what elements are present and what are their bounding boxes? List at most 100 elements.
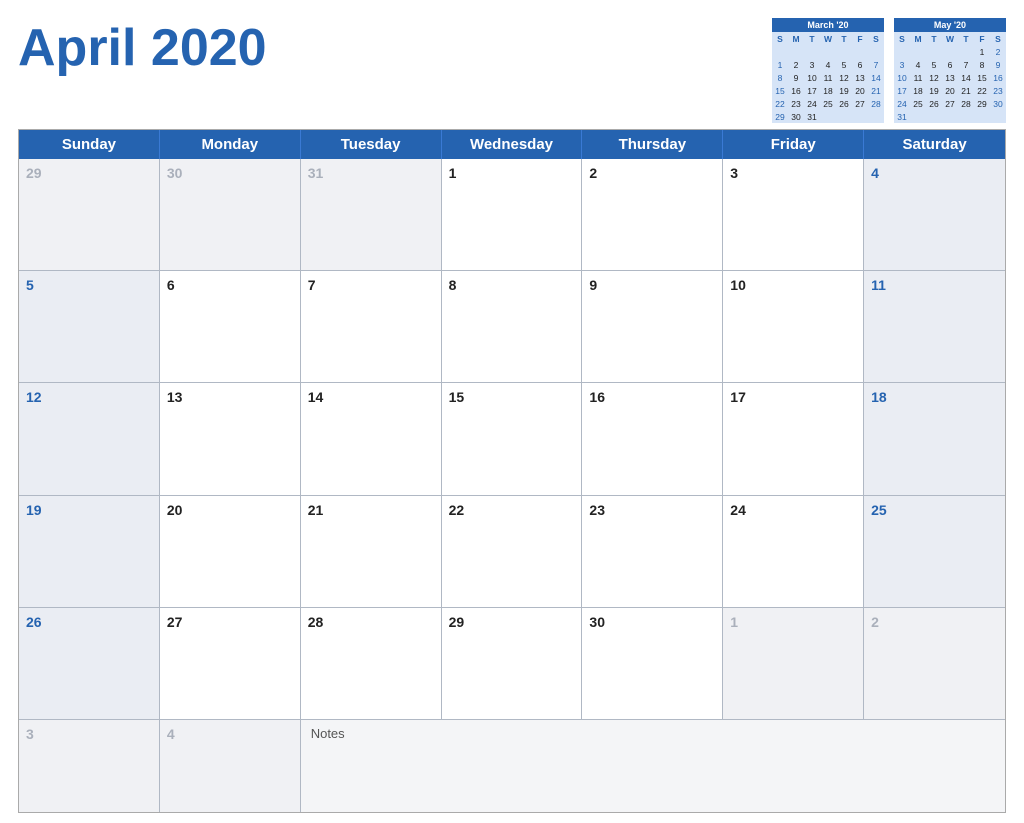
calendar-cell: 1 <box>723 608 864 719</box>
mini-cal-title-1: May '20 <box>894 18 1006 32</box>
mini-cal-day: 31 <box>804 110 820 123</box>
calendar-cell: 27 <box>160 608 301 719</box>
calendar-cell: 30 <box>160 159 301 270</box>
mini-cal-day: 28 <box>958 97 974 110</box>
mini-cal-day: 20 <box>852 84 868 97</box>
header-day-friday: Friday <box>723 130 864 159</box>
mini-cal-day: 29 <box>772 110 788 123</box>
mini-cal-day-header: T <box>836 32 852 45</box>
calendar-cell: 4 <box>160 720 301 812</box>
calendar-cell: 12 <box>19 383 160 494</box>
mini-cal-day-header: T <box>926 32 942 45</box>
day-number: 24 <box>730 502 856 519</box>
mini-cal-day: 6 <box>942 58 958 71</box>
mini-cal-day: 1 <box>772 58 788 71</box>
week-row-0: 2930311234 <box>19 159 1005 271</box>
notes-label: Notes <box>311 726 995 741</box>
calendar-body: 2930311234567891011121314151617181920212… <box>19 159 1005 812</box>
mini-cal-day: 6 <box>852 58 868 71</box>
week-row-2: 12131415161718 <box>19 383 1005 495</box>
mini-cal-day: 16 <box>788 84 804 97</box>
mini-cal-day <box>868 45 884 58</box>
mini-cal-day: 5 <box>836 58 852 71</box>
day-number: 25 <box>871 502 998 519</box>
mini-cal-day <box>926 110 942 123</box>
mini-cal-day <box>804 45 820 58</box>
calendar-cell: 9 <box>582 271 723 382</box>
day-number: 2 <box>589 165 715 182</box>
day-number: 28 <box>308 614 434 631</box>
calendar-page: April 2020 March '20SMTWTFS1234567891011… <box>0 0 1024 823</box>
day-number: 29 <box>449 614 575 631</box>
mini-cal-day: 13 <box>942 71 958 84</box>
calendar-cell: 29 <box>442 608 583 719</box>
mini-cal-day: 10 <box>804 71 820 84</box>
mini-cal-day-header: S <box>772 32 788 45</box>
calendar-cell: 28 <box>301 608 442 719</box>
day-number: 9 <box>589 277 715 294</box>
day-number: 22 <box>449 502 575 519</box>
mini-cal-day: 15 <box>974 71 990 84</box>
day-number: 31 <box>308 165 434 182</box>
mini-cal-day <box>958 45 974 58</box>
mini-cal-day: 17 <box>894 84 910 97</box>
mini-cal-day: 20 <box>942 84 958 97</box>
mini-cal-day <box>910 110 926 123</box>
header-day-thursday: Thursday <box>582 130 723 159</box>
mini-cal-day <box>942 45 958 58</box>
header-day-saturday: Saturday <box>864 130 1005 159</box>
mini-cal-day: 19 <box>926 84 942 97</box>
calendar-cell: 30 <box>582 608 723 719</box>
week-row-last: 34 Notes <box>19 720 1005 812</box>
mini-cal-day: 30 <box>990 97 1006 110</box>
calendar-cell: 7 <box>301 271 442 382</box>
mini-cal-1: May '20SMTWTFS12345678910111213141516171… <box>894 18 1006 123</box>
mini-cal-day: 1 <box>974 45 990 58</box>
mini-cal-day: 23 <box>788 97 804 110</box>
calendar-cell: 11 <box>864 271 1005 382</box>
day-number: 15 <box>449 389 575 406</box>
day-number: 4 <box>871 165 998 182</box>
calendar-cell: 3 <box>19 720 160 812</box>
mini-cal-day: 25 <box>820 97 836 110</box>
day-number: 1 <box>449 165 575 182</box>
mini-cal-day: 11 <box>820 71 836 84</box>
mini-cal-day-header: F <box>852 32 868 45</box>
calendar-cell: 6 <box>160 271 301 382</box>
day-number: 26 <box>26 614 152 631</box>
mini-cal-day: 8 <box>772 71 788 84</box>
day-number: 4 <box>167 726 293 743</box>
day-number: 21 <box>308 502 434 519</box>
mini-cal-day-header: M <box>788 32 804 45</box>
mini-cal-day: 7 <box>958 58 974 71</box>
day-number: 7 <box>308 277 434 294</box>
mini-cal-day-header: F <box>974 32 990 45</box>
calendar-cell: 10 <box>723 271 864 382</box>
mini-cal-day-header: W <box>820 32 836 45</box>
calendar-cell: 22 <box>442 496 583 607</box>
day-number: 8 <box>449 277 575 294</box>
calendar-cell: 19 <box>19 496 160 607</box>
mini-cal-title-0: March '20 <box>772 18 884 32</box>
calendar-cell: 15 <box>442 383 583 494</box>
mini-cal-day <box>852 45 868 58</box>
mini-cal-day-header: S <box>868 32 884 45</box>
mini-cal-day: 31 <box>894 110 910 123</box>
day-number: 6 <box>167 277 293 294</box>
header-day-tuesday: Tuesday <box>301 130 442 159</box>
calendar-cell: 17 <box>723 383 864 494</box>
mini-cal-day: 4 <box>820 58 836 71</box>
day-number: 3 <box>26 726 152 743</box>
calendar-cell: 8 <box>442 271 583 382</box>
mini-cal-day: 12 <box>926 71 942 84</box>
mini-cal-day: 21 <box>958 84 974 97</box>
day-number: 5 <box>26 277 152 294</box>
mini-cal-day <box>974 110 990 123</box>
header-day-monday: Monday <box>160 130 301 159</box>
mini-cal-day: 19 <box>836 84 852 97</box>
calendar-cell: 24 <box>723 496 864 607</box>
mini-cal-day: 3 <box>894 58 910 71</box>
day-number: 20 <box>167 502 293 519</box>
header-day-sunday: Sunday <box>19 130 160 159</box>
mini-cal-day-header: W <box>942 32 958 45</box>
